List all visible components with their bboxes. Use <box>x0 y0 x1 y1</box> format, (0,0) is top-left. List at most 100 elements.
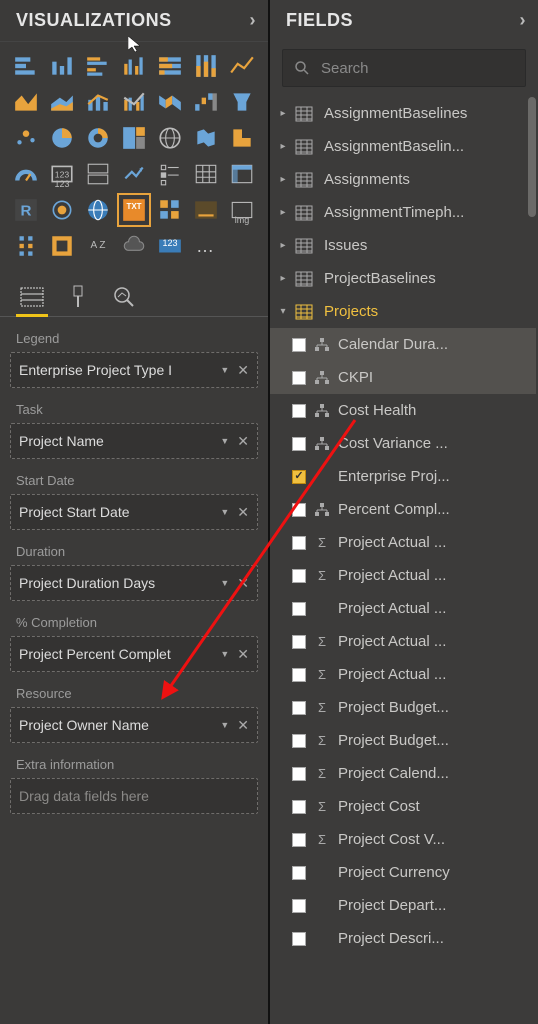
stacked-area-chart-icon[interactable] <box>46 86 78 118</box>
field-row[interactable]: ΣProject Actual ... <box>270 658 536 691</box>
field-checkbox[interactable] <box>292 635 306 649</box>
line-clustered-column-icon[interactable] <box>118 86 150 118</box>
field-checkbox[interactable] <box>292 503 306 517</box>
chevron-right-icon[interactable]: ▸ <box>276 240 290 251</box>
dropdown-icon[interactable]: ▼ <box>220 720 229 730</box>
collapse-visualizations-icon[interactable]: › <box>250 10 257 31</box>
area-chart-icon[interactable] <box>10 86 42 118</box>
fields-search[interactable] <box>282 49 526 87</box>
field-row[interactable]: Project Descri... <box>270 922 536 955</box>
clustered-bar-chart-icon[interactable] <box>82 50 114 82</box>
key-influencers-icon[interactable] <box>82 194 114 226</box>
table-row[interactable]: ▸ProjectBaselines <box>270 262 536 295</box>
map-icon[interactable] <box>154 122 186 154</box>
field-row[interactable]: ΣProject Cost <box>270 790 536 823</box>
chevron-right-icon[interactable]: ▸ <box>276 174 290 185</box>
field-row[interactable]: ΣProject Budget... <box>270 691 536 724</box>
chevron-down-icon[interactable]: ▾ <box>276 306 290 317</box>
treemap-icon[interactable] <box>118 122 150 154</box>
ribbon-chart-icon[interactable] <box>154 86 186 118</box>
custom-visual-1-icon[interactable] <box>154 194 186 226</box>
field-row[interactable]: Project Currency <box>270 856 536 889</box>
table-row[interactable]: ▸AssignmentTimeph... <box>270 196 536 229</box>
field-checkbox[interactable] <box>292 404 306 418</box>
stacked-column-chart-icon[interactable] <box>46 50 78 82</box>
field-row[interactable]: ΣProject Budget... <box>270 724 536 757</box>
table-row[interactable]: ▸AssignmentBaselin... <box>270 130 536 163</box>
field-checkbox[interactable] <box>292 437 306 451</box>
clustered-column-chart-icon[interactable] <box>118 50 150 82</box>
field-row[interactable]: Project Actual ... <box>270 592 536 625</box>
format-tab[interactable] <box>64 284 92 310</box>
line-stacked-column-icon[interactable] <box>82 86 114 118</box>
field-row[interactable]: Percent Compl... <box>270 493 536 526</box>
table-row[interactable]: ▸AssignmentBaselines <box>270 97 536 130</box>
table-row[interactable]: ▸Issues <box>270 229 536 262</box>
shape-map-icon[interactable] <box>226 122 258 154</box>
multi-row-card-icon[interactable] <box>82 158 114 190</box>
field-row[interactable]: ΣProject Actual ... <box>270 559 536 592</box>
field-checkbox[interactable] <box>292 932 306 946</box>
field-well[interactable]: Drag data fields here <box>10 778 258 814</box>
custom-visual-3-icon[interactable] <box>10 230 42 262</box>
chevron-right-icon[interactable]: ▸ <box>276 108 290 119</box>
field-row[interactable]: Project Depart... <box>270 889 536 922</box>
dropdown-icon[interactable]: ▼ <box>220 436 229 446</box>
fields-tab[interactable] <box>18 284 46 310</box>
field-checkbox[interactable] <box>292 701 306 715</box>
field-row[interactable]: ΣProject Actual ... <box>270 526 536 559</box>
table-row[interactable]: ▸Assignments <box>270 163 536 196</box>
field-row[interactable]: CKPI <box>270 361 536 394</box>
scrollbar-thumb[interactable] <box>528 97 536 217</box>
dropdown-icon[interactable]: ▼ <box>220 365 229 375</box>
field-checkbox[interactable] <box>292 833 306 847</box>
field-checkbox[interactable] <box>292 668 306 682</box>
filled-map-icon[interactable] <box>190 122 222 154</box>
remove-field-icon[interactable]: ✕ <box>237 504 249 521</box>
field-row[interactable]: ΣProject Calend... <box>270 757 536 790</box>
field-well[interactable]: Project Percent Complet▼✕ <box>10 636 258 672</box>
dropdown-icon[interactable]: ▼ <box>220 507 229 517</box>
remove-field-icon[interactable]: ✕ <box>237 433 249 450</box>
custom-visual-txt-icon[interactable]: TXT <box>118 194 150 226</box>
python-visual-icon[interactable] <box>46 194 78 226</box>
field-checkbox[interactable] <box>292 338 306 352</box>
custom-visual-img-icon[interactable]: img <box>226 194 258 226</box>
field-row[interactable]: Calendar Dura... <box>270 328 536 361</box>
scatter-chart-icon[interactable] <box>10 122 42 154</box>
fields-scrollbar[interactable] <box>526 97 536 1024</box>
field-well[interactable]: Project Duration Days▼✕ <box>10 565 258 601</box>
field-row[interactable]: Enterprise Proj... <box>270 460 536 493</box>
field-checkbox[interactable] <box>292 899 306 913</box>
field-checkbox[interactable] <box>292 536 306 550</box>
field-checkbox[interactable] <box>292 734 306 748</box>
custom-visual-4-icon[interactable] <box>46 230 78 262</box>
donut-chart-icon[interactable] <box>82 122 114 154</box>
field-checkbox[interactable] <box>292 800 306 814</box>
table-row[interactable]: ▾Projects <box>270 295 536 328</box>
gauge-icon[interactable] <box>10 158 42 190</box>
more-visuals-icon[interactable]: … <box>190 230 222 262</box>
hundred-stacked-bar-icon[interactable] <box>154 50 186 82</box>
remove-field-icon[interactable]: ✕ <box>237 575 249 592</box>
collapse-fields-icon[interactable]: › <box>520 10 527 31</box>
funnel-chart-icon[interactable] <box>226 86 258 118</box>
custom-visual-2-icon[interactable] <box>190 194 222 226</box>
field-well[interactable]: Project Owner Name▼✕ <box>10 707 258 743</box>
field-well[interactable]: Project Start Date▼✕ <box>10 494 258 530</box>
field-well[interactable]: Project Name▼✕ <box>10 423 258 459</box>
chevron-right-icon[interactable]: ▸ <box>276 273 290 284</box>
field-row[interactable]: Cost Variance ... <box>270 427 536 460</box>
field-checkbox[interactable] <box>292 602 306 616</box>
field-checkbox[interactable] <box>292 866 306 880</box>
cloud-visual-icon[interactable] <box>118 230 150 262</box>
number-card-icon[interactable]: 123 <box>154 230 186 262</box>
field-checkbox[interactable] <box>292 371 306 385</box>
chevron-right-icon[interactable]: ▸ <box>276 207 290 218</box>
fields-search-input[interactable] <box>321 60 520 77</box>
stacked-bar-chart-icon[interactable] <box>10 50 42 82</box>
r-visual-icon[interactable]: R <box>10 194 42 226</box>
dropdown-icon[interactable]: ▼ <box>220 578 229 588</box>
pie-chart-icon[interactable] <box>46 122 78 154</box>
analytics-tab[interactable] <box>110 284 138 310</box>
